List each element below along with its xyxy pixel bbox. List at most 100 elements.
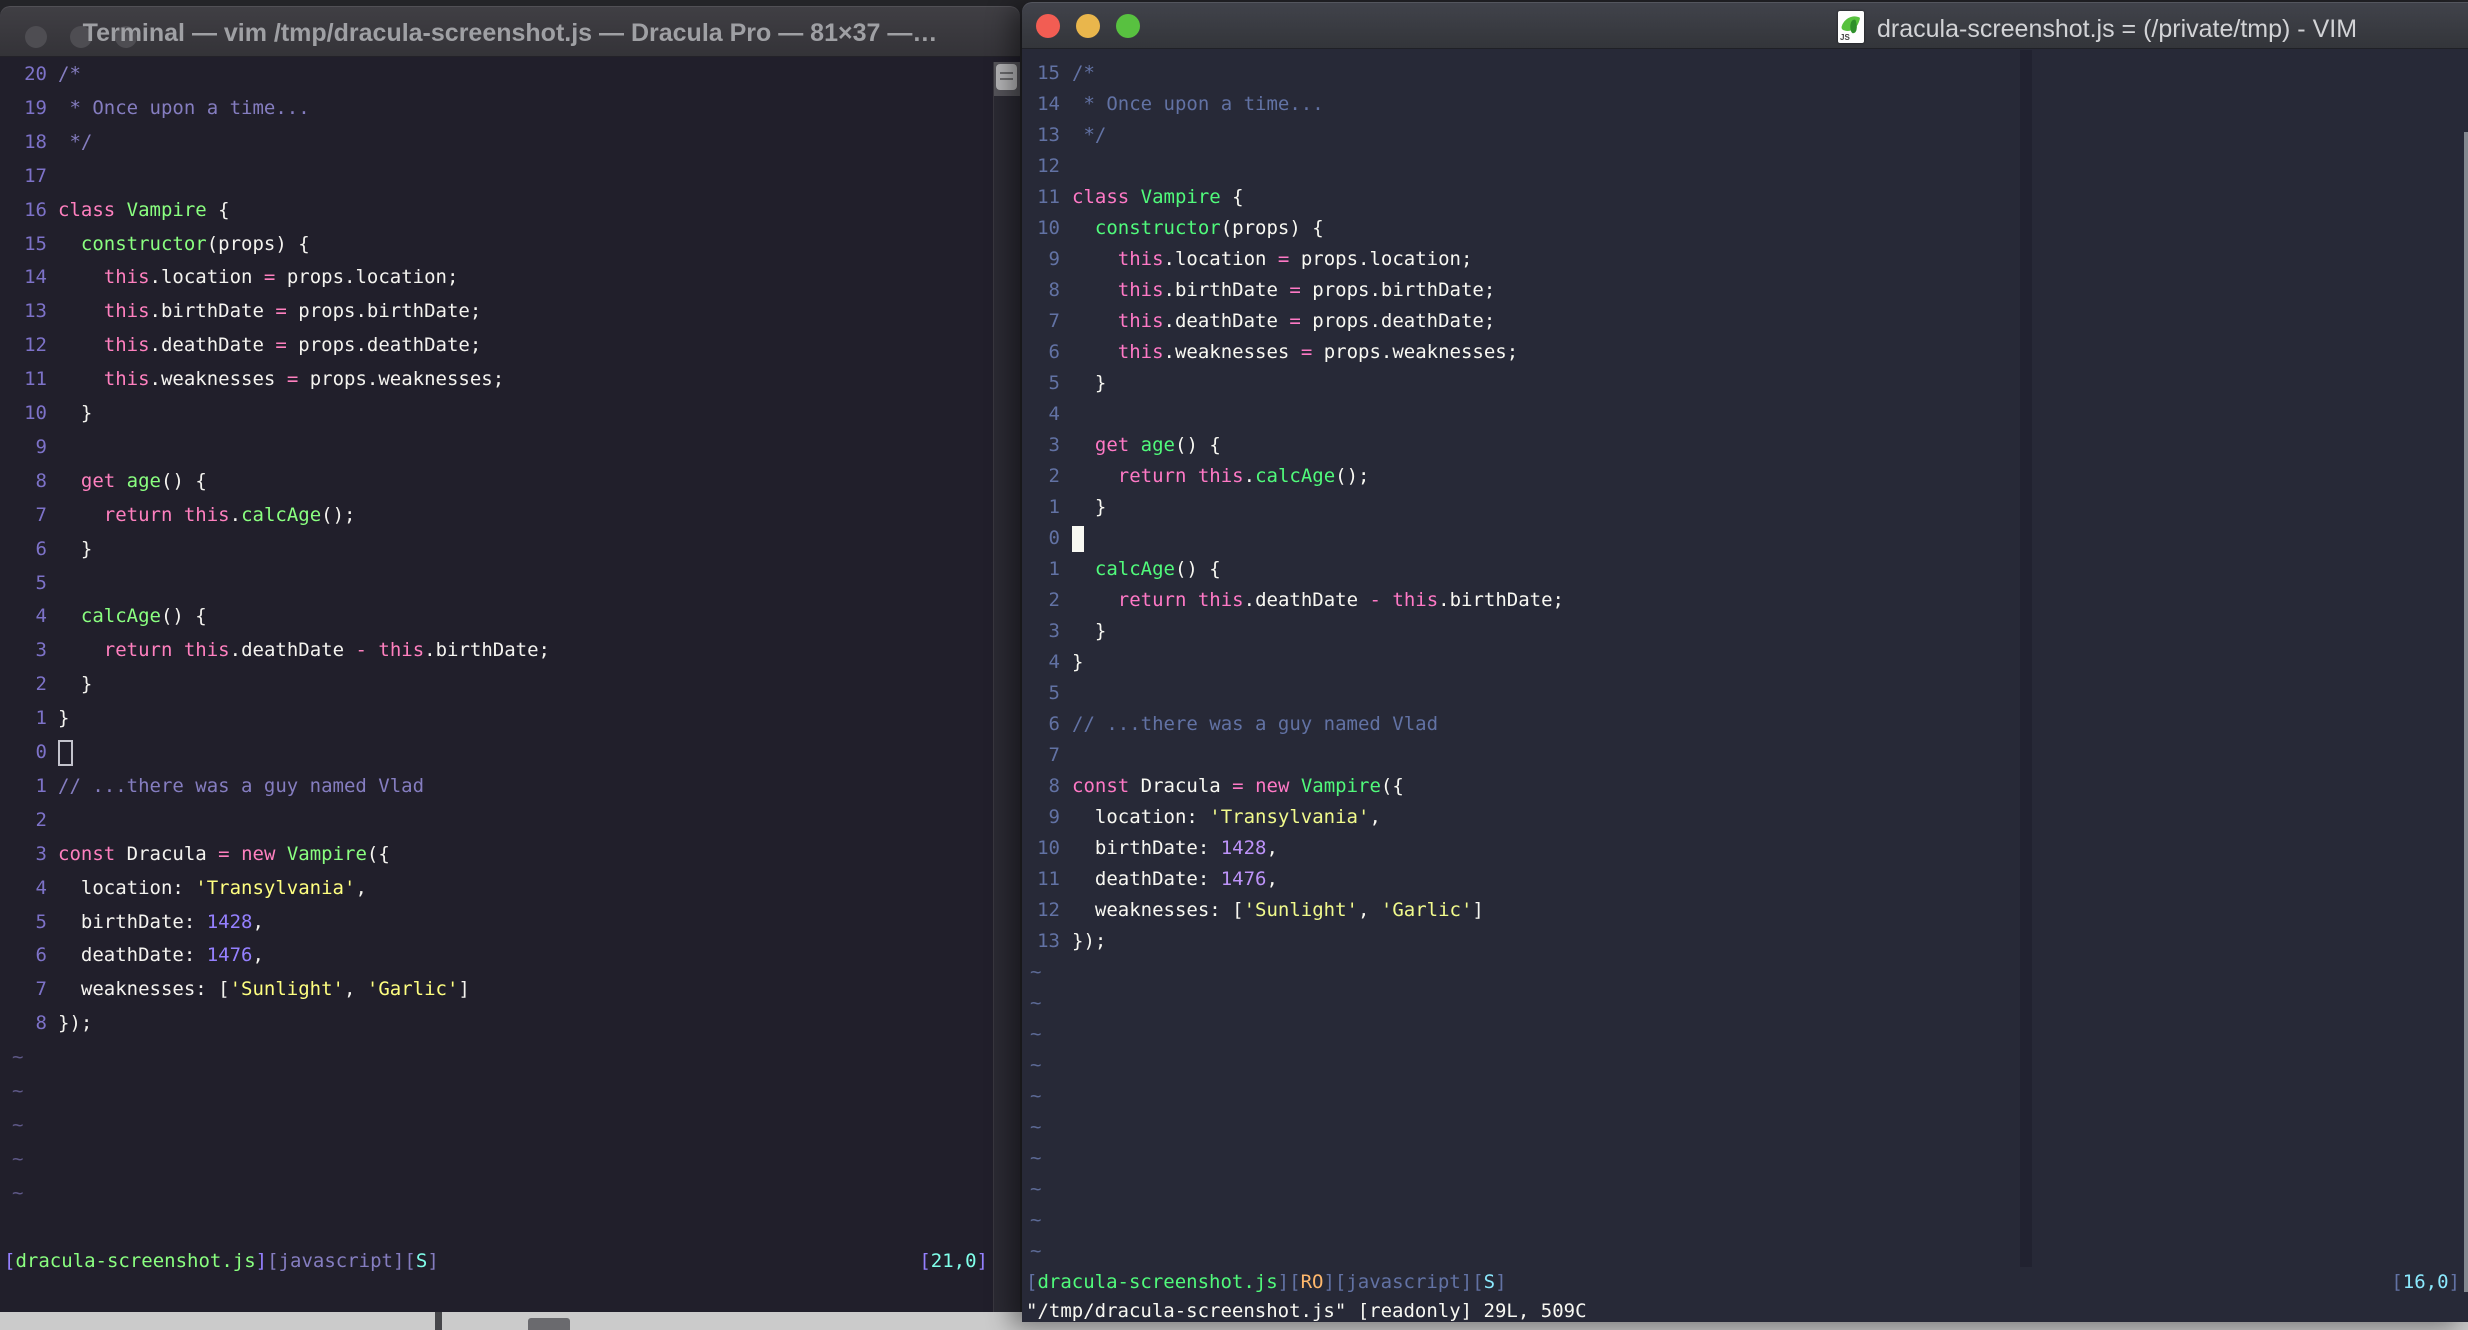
tilde-glyph: ~ [1030,1147,1042,1169]
code-token: [javascript] [267,1249,405,1272]
code-token: Vampire [126,198,207,221]
tilde-glyph: ~ [1030,1116,1042,1138]
code-text: weaknesses: ['Sunlight', 'Garlic'] [58,973,470,1007]
code-text: this.location = props.location; [58,261,459,295]
code-token: , [252,944,264,967]
code-line: 2 [0,804,994,838]
code-token: , [1369,806,1381,828]
code-text: * Once upon a time... [58,92,310,126]
close-button-icon[interactable] [1036,14,1060,38]
code-token: birthDate: [1072,837,1221,859]
line-number: 1 [1048,558,1060,580]
code-line: 13 this.birthDate = props.birthDate; [0,295,994,329]
tilde-glyph: ~ [1030,1085,1042,1107]
tilde-line: ~ [1022,1143,2468,1174]
tilde-glyph: ~ [1030,1023,1042,1045]
vim-statusline: [dracula-screenshot.js][javascript][S] [2… [0,1245,994,1279]
code-token: } [58,402,93,424]
code-token: 1476 [206,944,253,967]
code-token: * Once upon a time... [1072,93,1324,115]
code-text: return this.calcAge(); [58,499,356,533]
code-token: .deathDate [1243,589,1370,611]
tilde-glyph: ~ [1030,1209,1042,1231]
terminal-titlebar[interactable]: Terminal — vim /tmp/dracula-screenshot.j… [0,6,1020,57]
tilde-line: ~ [1022,1081,2468,1112]
line-number: 1 [35,707,47,730]
code-line: 12 [1022,151,2468,182]
code-token: , [343,978,367,1001]
line-number: 3 [35,639,47,662]
code-line: 10 constructor(props) { [1022,213,2468,244]
code-token: * Once upon a time... [58,96,310,119]
code-token: .birthDate [1163,279,1290,301]
code-line: 11 class Vampire { [1022,182,2468,213]
code-line: 6 deathDate: 1476, [0,939,994,973]
line-number: 9 [35,435,47,458]
terminal-scrollbar-track[interactable] [993,62,1020,1312]
code-text: this.deathDate = props.deathDate; [1072,306,1496,337]
code-token: deathDate: [58,944,207,967]
terminal-scrollbar-top [994,62,1020,96]
code-token: this [378,639,425,662]
code-token: , [1357,899,1381,921]
code-text: } [58,533,92,567]
code-token: } [1072,372,1107,394]
code-line: 9 this.location = props.location; [1022,244,2468,275]
code-token: [ [1026,1271,1038,1293]
code-line: 6 } [0,533,994,567]
code-token: ][ [1277,1271,1301,1293]
code-text: } [58,668,92,702]
code-token: [ [1472,1271,1484,1293]
code-token: - [355,639,367,662]
line-number: 3 [1048,620,1060,642]
line-number: 11 [1037,186,1060,208]
code-line: 11 this.weaknesses = props.weaknesses; [0,363,994,397]
tilde-line: ~ [1022,1205,2468,1236]
tilde-glyph: ~ [1030,1054,1042,1076]
code-token: = [1289,279,1301,301]
code-text: class Vampire { [1072,182,1244,213]
terminal-window-title: Terminal — vim /tmp/dracula-screenshot.j… [82,19,938,47]
code-text: this.weaknesses = props.weaknesses; [58,363,504,397]
code-token: const [58,842,116,865]
code-token: .location [149,266,264,289]
code-token: Dracula [115,842,219,865]
code-token: ] [255,1249,268,1272]
code-token: age [126,469,161,492]
minimize-button-icon[interactable] [1076,14,1100,38]
tilde-line: ~ [0,1177,994,1211]
code-token: this [103,368,150,391]
tilde-line: ~ [1022,1112,2468,1143]
code-token: props.location; [275,266,459,289]
line-number: 11 [1037,868,1060,890]
zoom-button-icon[interactable] [1116,14,1140,38]
code-token: return [1117,465,1187,487]
terminal-scrollbar-thumb[interactable] [996,64,1017,90]
code-token: calcAge [241,503,322,526]
vim-command-line: "/tmp/dracula-screenshot.js" [readonly] … [1022,1298,2468,1322]
scrollbar-grip-icon [1000,78,1013,80]
code-token: 1476 [1220,868,1267,890]
line-number: 17 [24,164,47,187]
tilde-line: ~ [0,1109,994,1143]
terminal-vim-buffer[interactable]: 20/* 19 * Once upon a time... 18 */17 16 cla… [0,62,994,1312]
code-line: 12 weaknesses: ['Sunlight', 'Garlic'] [1022,895,2468,926]
code-token: return [103,503,173,526]
code-text: this.deathDate = props.deathDate; [58,329,482,363]
macvim-buffer[interactable]: 15/* 14 * Once upon a time... 13 */12 11 cla… [1022,50,2468,1322]
code-text: * Once upon a time... [1072,89,1324,120]
macvim-titlebar[interactable]: JS dracula-screenshot.js = (/private/tmp… [1022,2,2468,49]
code-line: 12 this.deathDate = props.deathDate; [0,329,994,363]
code-token: get [1094,434,1130,456]
line-number: 15 [1037,62,1060,84]
code-text: deathDate: 1476, [58,939,264,973]
